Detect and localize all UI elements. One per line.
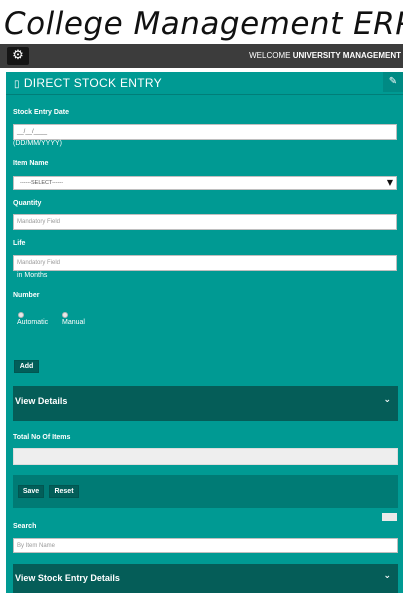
item-name-selected: ------SELECT------ bbox=[20, 180, 64, 186]
panel-title-text: DIRECT STOCK ENTRY bbox=[23, 76, 162, 90]
gear-icon: ⚙ bbox=[12, 48, 24, 63]
scrollbar[interactable] bbox=[382, 513, 397, 521]
panel-tool-button[interactable]: ✎ bbox=[383, 72, 403, 92]
life-unit-hint: in Months bbox=[17, 272, 48, 279]
direct-stock-entry-panel: ▯ DIRECT STOCK ENTRY ✎ Stock Entry Date _… bbox=[6, 72, 403, 593]
top-bar: ⚙ WELCOME UNIVERSITY MANAGEMENT bbox=[0, 44, 403, 68]
life-input[interactable]: Mandatory Field bbox=[13, 255, 397, 271]
app-title: College Management ERP bbox=[4, 6, 403, 42]
action-tray: Save Reset bbox=[13, 475, 398, 508]
view-details-section[interactable]: View Details ⌄ bbox=[13, 386, 398, 421]
view-details-title: View Details bbox=[15, 396, 68, 406]
search-label: Search bbox=[13, 523, 37, 530]
settings-button[interactable]: ⚙ bbox=[7, 47, 29, 65]
number-label: Number bbox=[13, 292, 40, 299]
welcome-prefix: WELCOME bbox=[249, 51, 291, 60]
welcome-user: UNIVERSITY MANAGEMENT bbox=[292, 51, 401, 60]
square-icon: ▯ bbox=[14, 79, 20, 90]
radio-manual[interactable] bbox=[62, 312, 68, 318]
save-button[interactable]: Save bbox=[18, 485, 44, 498]
chevron-down-icon: ⌄ bbox=[383, 395, 391, 405]
search-input[interactable]: By Item Name bbox=[13, 538, 398, 553]
pencil-icon: ✎ bbox=[388, 76, 398, 87]
date-format-hint: (DD/MM/YYYY) bbox=[13, 140, 62, 147]
quantity-input[interactable]: Mandatory Field bbox=[13, 214, 397, 230]
quantity-label: Quantity bbox=[13, 200, 42, 207]
radio-automatic[interactable] bbox=[18, 312, 24, 318]
stock-entry-date-label: Stock Entry Date bbox=[13, 109, 70, 116]
stock-entry-date-input[interactable]: __/__/____ bbox=[13, 124, 397, 140]
total-items-label: Total No Of Items bbox=[13, 434, 71, 441]
radio-automatic-label: Automatic bbox=[17, 319, 49, 326]
welcome-text: WELCOME UNIVERSITY MANAGEMENT bbox=[249, 44, 401, 68]
life-label: Life bbox=[13, 240, 26, 247]
panel-header: ▯ DIRECT STOCK ENTRY ✎ bbox=[6, 72, 403, 95]
panel-title: ▯ DIRECT STOCK ENTRY bbox=[14, 72, 162, 96]
item-name-select[interactable]: ------SELECT------ ▼ bbox=[13, 176, 397, 190]
total-items-field bbox=[13, 448, 398, 465]
chevron-down-icon: ⌄ bbox=[383, 571, 391, 581]
view-stock-entry-section[interactable]: View Stock Entry Details ⌄ bbox=[13, 564, 398, 593]
add-button[interactable]: Add bbox=[14, 360, 39, 373]
radio-manual-label: Manual bbox=[62, 319, 85, 326]
item-name-label: Item Name bbox=[13, 160, 49, 167]
triangle-down-icon: ▼ bbox=[386, 178, 393, 187]
view-stock-entry-title: View Stock Entry Details bbox=[15, 573, 120, 583]
reset-button[interactable]: Reset bbox=[49, 485, 79, 498]
brand-header: College Management ERP bbox=[0, 0, 403, 44]
